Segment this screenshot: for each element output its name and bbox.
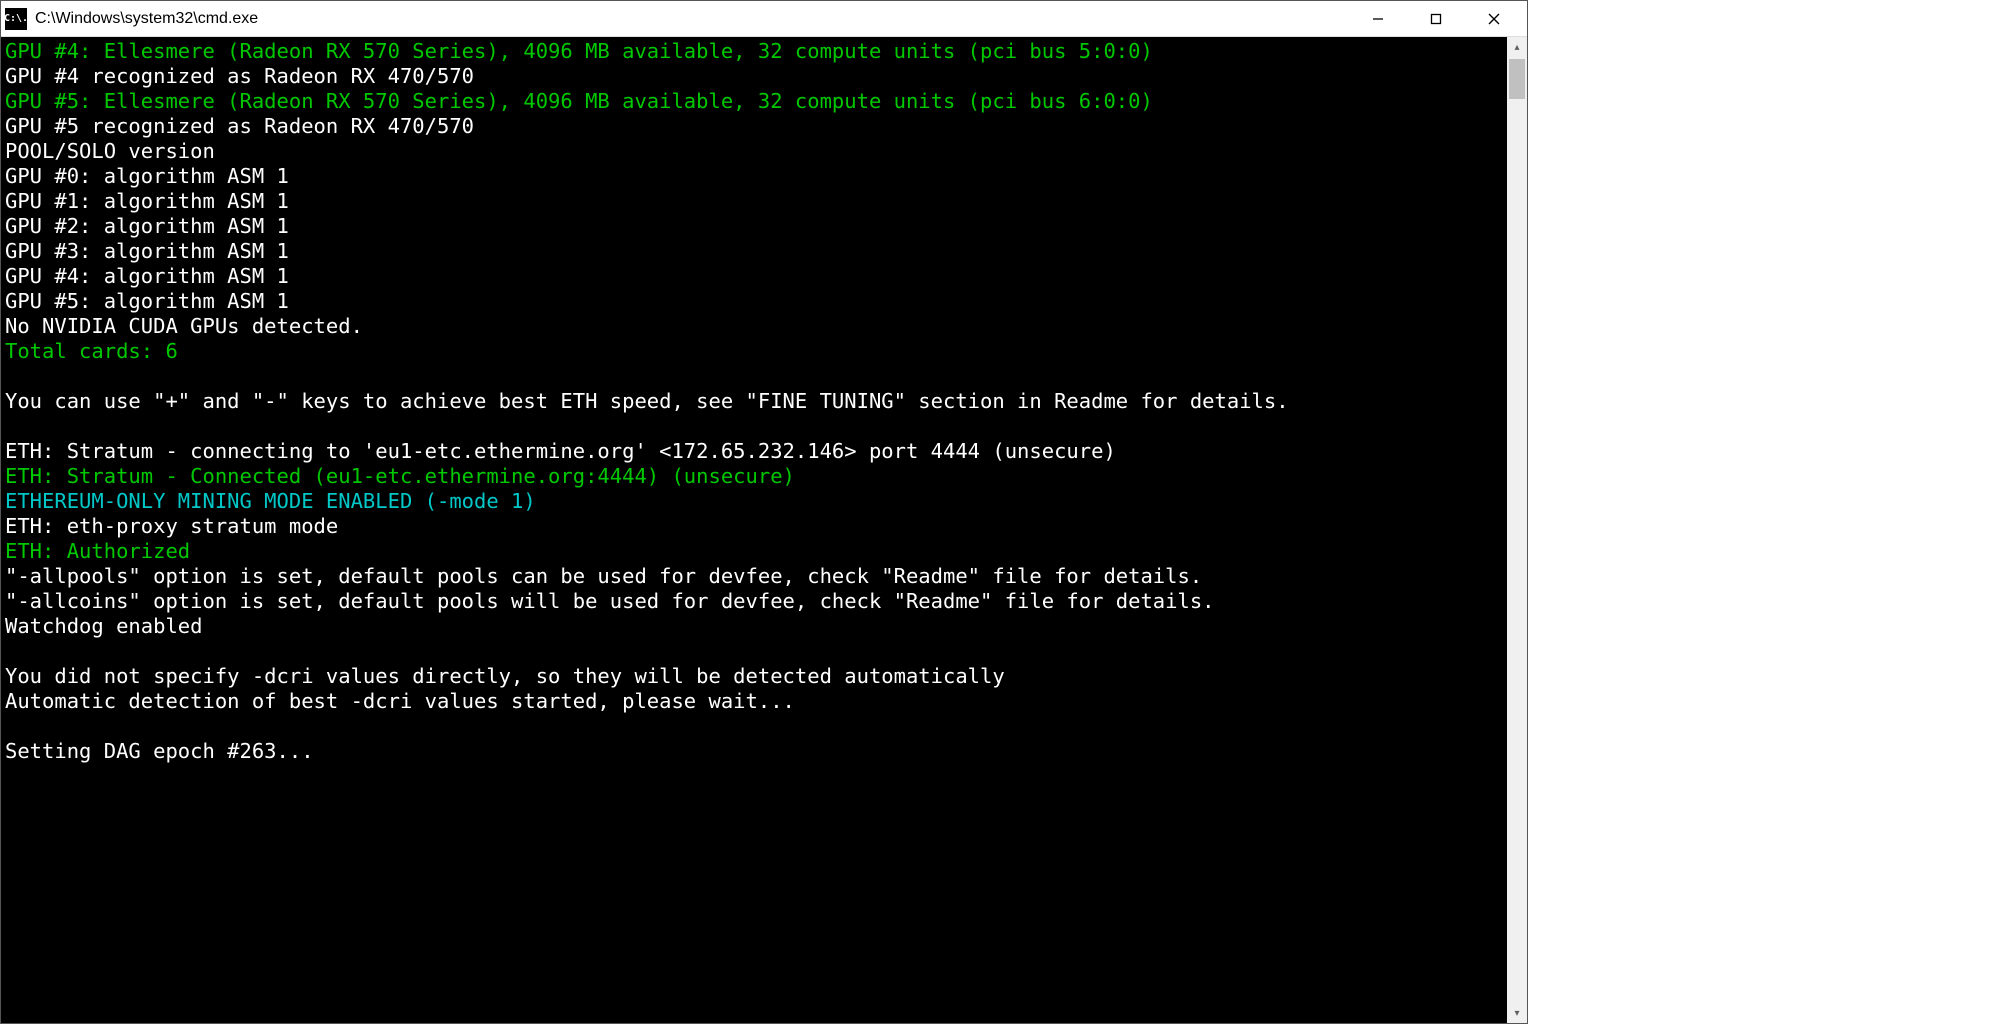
- terminal-line: ETH: eth-proxy stratum mode: [5, 514, 1503, 539]
- terminal-output[interactable]: GPU #4: Ellesmere (Radeon RX 570 Series)…: [1, 37, 1507, 1023]
- terminal-line: You can use "+" and "-" keys to achieve …: [5, 389, 1503, 414]
- terminal-line: GPU #0: algorithm ASM 1: [5, 164, 1503, 189]
- terminal-line: ETH: Stratum - Connected (eu1-etc.etherm…: [5, 464, 1503, 489]
- terminal-line: GPU #5: Ellesmere (Radeon RX 570 Series)…: [5, 89, 1503, 114]
- scrollbar[interactable]: ▴ ▾: [1507, 37, 1527, 1023]
- terminal-area: GPU #4: Ellesmere (Radeon RX 570 Series)…: [1, 37, 1527, 1023]
- terminal-line: GPU #5: algorithm ASM 1: [5, 289, 1503, 314]
- maximize-icon: [1429, 12, 1443, 26]
- terminal-line: GPU #5 recognized as Radeon RX 470/570: [5, 114, 1503, 139]
- terminal-line: [5, 714, 1503, 739]
- cmd-icon: C:\.: [5, 8, 27, 30]
- terminal-line: No NVIDIA CUDA GPUs detected.: [5, 314, 1503, 339]
- scroll-thumb[interactable]: [1509, 59, 1525, 99]
- terminal-line: GPU #4: Ellesmere (Radeon RX 570 Series)…: [5, 39, 1503, 64]
- terminal-line: [5, 414, 1503, 439]
- scroll-track[interactable]: [1507, 57, 1527, 1003]
- scroll-up-arrow-icon[interactable]: ▴: [1507, 37, 1527, 57]
- terminal-line: GPU #3: algorithm ASM 1: [5, 239, 1503, 264]
- minimize-button[interactable]: [1349, 1, 1407, 37]
- terminal-line: GPU #1: algorithm ASM 1: [5, 189, 1503, 214]
- terminal-line: [5, 639, 1503, 664]
- window-controls: [1349, 1, 1523, 37]
- terminal-line: ETH: Authorized: [5, 539, 1503, 564]
- terminal-line: "-allpools" option is set, default pools…: [5, 564, 1503, 589]
- terminal-line: "-allcoins" option is set, default pools…: [5, 589, 1503, 614]
- terminal-line: ETH: Stratum - connecting to 'eu1-etc.et…: [5, 439, 1503, 464]
- titlebar[interactable]: C:\. C:\Windows\system32\cmd.exe: [1, 1, 1527, 37]
- terminal-line: Total cards: 6: [5, 339, 1503, 364]
- terminal-line: GPU #4: algorithm ASM 1: [5, 264, 1503, 289]
- terminal-line: Setting DAG epoch #263...: [5, 739, 1503, 764]
- terminal-line: You did not specify -dcri values directl…: [5, 664, 1503, 689]
- cmd-window: C:\. C:\Windows\system32\cmd.exe GPU #4:…: [0, 0, 1528, 1024]
- window-title: C:\Windows\system32\cmd.exe: [35, 10, 1349, 28]
- terminal-line: POOL/SOLO version: [5, 139, 1503, 164]
- terminal-line: [5, 364, 1503, 389]
- scroll-down-arrow-icon[interactable]: ▾: [1507, 1003, 1527, 1023]
- close-icon: [1487, 12, 1501, 26]
- terminal-line: GPU #2: algorithm ASM 1: [5, 214, 1503, 239]
- close-button[interactable]: [1465, 1, 1523, 37]
- terminal-line: GPU #4 recognized as Radeon RX 470/570: [5, 64, 1503, 89]
- maximize-button[interactable]: [1407, 1, 1465, 37]
- minimize-icon: [1371, 12, 1385, 26]
- terminal-line: Automatic detection of best -dcri values…: [5, 689, 1503, 714]
- terminal-line: ETHEREUM-ONLY MINING MODE ENABLED (-mode…: [5, 489, 1503, 514]
- terminal-line: Watchdog enabled: [5, 614, 1503, 639]
